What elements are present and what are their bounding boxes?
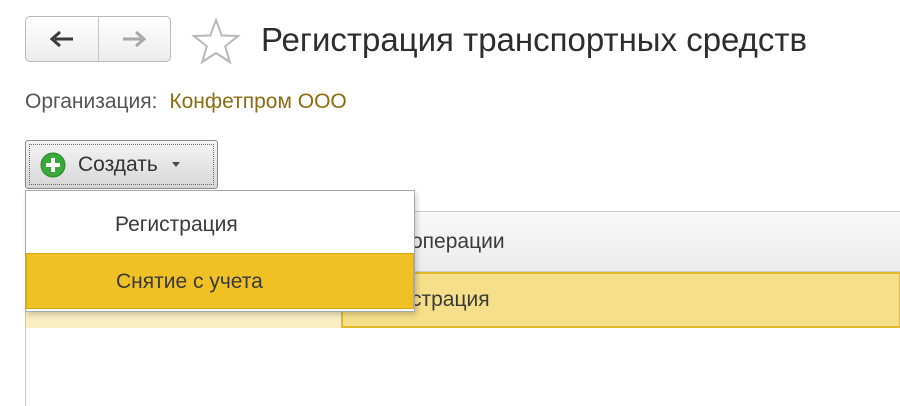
chevron-down-icon bbox=[171, 162, 180, 167]
forward-button[interactable] bbox=[97, 17, 171, 61]
plus-circle-icon bbox=[40, 152, 66, 177]
table-cell-operation: страция bbox=[411, 288, 490, 311]
organization-value-link[interactable]: Конфетпром ООО bbox=[169, 90, 346, 113]
arrow-left-icon bbox=[49, 30, 73, 48]
navigation-buttons bbox=[25, 16, 171, 62]
column-header-operation[interactable]: операции bbox=[411, 212, 505, 272]
menu-item-registration[interactable]: Регистрация bbox=[26, 197, 414, 253]
create-dropdown-menu: Регистрация Снятие с учета bbox=[25, 190, 415, 312]
star-icon[interactable] bbox=[190, 17, 242, 65]
create-button[interactable]: Создать bbox=[25, 140, 218, 189]
organization-label: Организация: bbox=[25, 90, 158, 113]
menu-item-deregistration[interactable]: Снятие с учета bbox=[26, 253, 414, 309]
page-title: Регистрация транспортных средств bbox=[261, 21, 808, 58]
create-button-label: Создать bbox=[78, 152, 158, 176]
back-button[interactable] bbox=[26, 17, 98, 61]
arrow-right-icon bbox=[123, 30, 147, 48]
organization-row: Организация: Конфетпром ООО bbox=[25, 88, 347, 116]
